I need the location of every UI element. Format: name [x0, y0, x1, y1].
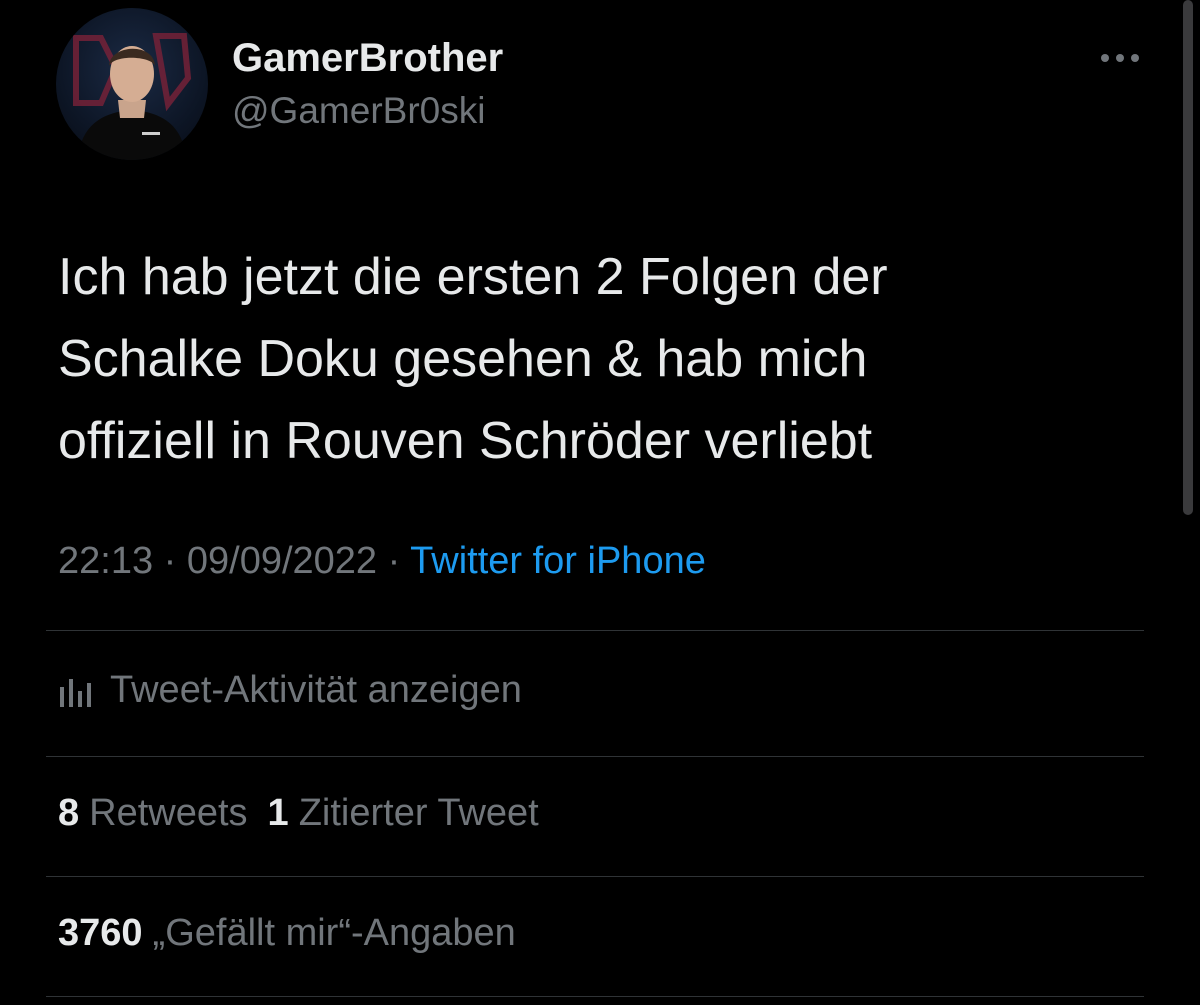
engagement-stats: 8 Retweets 1 Zitierter Tweet [58, 792, 539, 835]
likes-stat[interactable]: 3760 „Gefällt mir“-Angaben [58, 912, 516, 955]
tweet-activity-button[interactable]: Tweet-Aktivität anzeigen [58, 662, 522, 718]
quote-tweets-count: 1 [267, 792, 289, 834]
likes-stats: 3760 „Gefällt mir“-Angaben [58, 912, 516, 955]
likes-label: „Gefällt mir“-Angaben [152, 912, 516, 954]
retweets-stat[interactable]: 8 Retweets [58, 792, 248, 835]
more-options-button[interactable] [1094, 40, 1146, 76]
scrollbar[interactable] [1183, 0, 1193, 515]
retweets-count: 8 [58, 792, 80, 834]
divider [46, 996, 1144, 997]
retweets-label: Retweets [89, 792, 248, 834]
meta-separator: · [163, 540, 177, 582]
meta-separator: · [387, 540, 401, 582]
tweet-text-line: Ich hab jetzt die ersten 2 Folgen der [58, 248, 888, 306]
tweet-meta: 22:13 · 09/09/2022 · Twitter for iPhone [58, 540, 706, 583]
quote-tweets-stat[interactable]: 1 Zitierter Tweet [268, 792, 539, 835]
author-display-name[interactable]: GamerBrother [232, 36, 503, 81]
more-options-icon [1101, 54, 1139, 62]
author-handle[interactable]: @GamerBr0ski [232, 90, 485, 132]
avatar[interactable] [56, 8, 208, 160]
tweet-activity-label: Tweet-Aktivität anzeigen [110, 668, 522, 711]
likes-count: 3760 [58, 912, 143, 954]
tweet-source-link[interactable]: Twitter for iPhone [410, 540, 706, 582]
tweet-text-line: Schalke Doku gesehen & hab mich [58, 330, 868, 388]
chart-icon [58, 673, 94, 707]
tweet-text: Ich hab jetzt die ersten 2 Folgen der Sc… [58, 236, 1138, 482]
divider [46, 876, 1144, 877]
tweet-time[interactable]: 22:13 [58, 540, 153, 582]
divider [46, 630, 1144, 631]
avatar-photo-icon [73, 33, 192, 160]
quote-tweets-label: Zitierter Tweet [298, 792, 539, 834]
tweet-date[interactable]: 09/09/2022 [187, 540, 377, 582]
tweet-text-line: offiziell in Rouven Schröder verliebt [58, 412, 873, 470]
divider [46, 756, 1144, 757]
tweet-detail: GamerBrother @GamerBr0ski Ich hab jetzt … [0, 0, 1200, 1005]
